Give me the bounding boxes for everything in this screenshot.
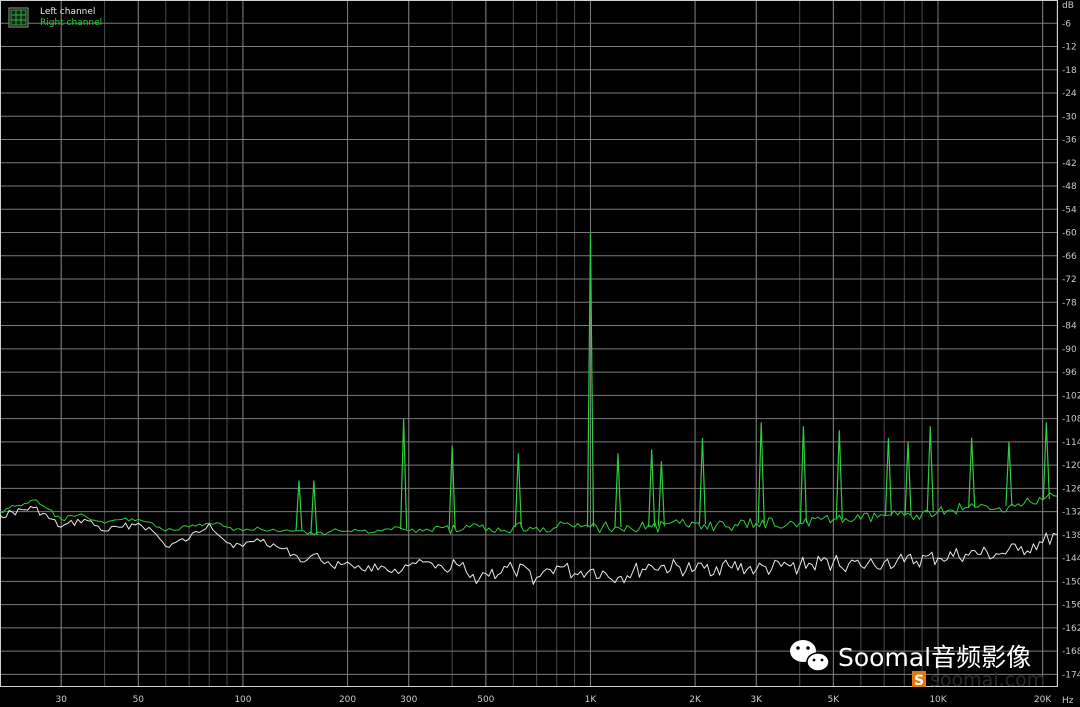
y-tick-label: -132 <box>1062 508 1080 518</box>
y-tick-label: -150 <box>1062 577 1080 587</box>
y-tick-label: -168 <box>1062 647 1080 657</box>
chart-background <box>0 0 1080 707</box>
x-tick-label: 1K <box>585 695 598 705</box>
x-tick-label: 10K <box>929 695 947 705</box>
y-unit-label: dB <box>1062 1 1074 11</box>
y-tick-label: -96 <box>1062 368 1077 378</box>
y-tick-label: -126 <box>1062 484 1080 494</box>
y-tick-label: -48 <box>1062 182 1077 192</box>
y-tick-label: -18 <box>1062 66 1077 76</box>
x-unit-label: Hz <box>1062 696 1074 706</box>
legend: Left channel Right channel <box>8 7 102 28</box>
y-tick-label: -60 <box>1062 229 1077 239</box>
x-tick-label: 200 <box>339 695 356 705</box>
x-tick-label: 30 <box>55 695 67 705</box>
y-tick-label: -30 <box>1062 112 1077 122</box>
y-tick-label: -54 <box>1062 205 1077 215</box>
y-tick-label: -66 <box>1062 252 1077 262</box>
y-tick-label: -156 <box>1062 601 1080 611</box>
watermark-text: Soomal音频影像 <box>838 643 1031 672</box>
x-tick-label: 20K <box>1034 695 1052 705</box>
x-tick-label: 2K <box>689 695 702 705</box>
y-tick-label: -174 <box>1062 670 1080 680</box>
legend-entry-right: Right channel <box>40 18 102 28</box>
y-tick-label: -120 <box>1062 461 1080 471</box>
y-tick-label: -138 <box>1062 531 1080 541</box>
x-tick-label: 100 <box>234 695 251 705</box>
x-tick-label: 5K <box>828 695 841 705</box>
y-tick-label: -6 <box>1062 19 1071 29</box>
spectrum-chart: 30 50 100 200 300 500 1K 2K 3K 5K 10K 20K -6 -12 -18 -… <box>0 0 1080 707</box>
grid-icon <box>10 9 27 26</box>
y-tick-label: -102 <box>1062 391 1080 401</box>
y-tick-label: -144 <box>1062 554 1080 564</box>
y-tick-label: -108 <box>1062 415 1080 425</box>
x-tick-label: 500 <box>477 695 494 705</box>
y-tick-label: -114 <box>1062 438 1080 448</box>
y-tick-label: -72 <box>1062 275 1077 285</box>
x-tick-label: 3K <box>750 695 763 705</box>
y-tick-label: -84 <box>1062 322 1077 332</box>
x-tick-label: 300 <box>400 695 417 705</box>
svg-text:S: S <box>914 673 924 689</box>
soomal-logo-icon: S <box>912 671 926 689</box>
y-tick-label: -78 <box>1062 298 1077 308</box>
y-tick-label: -162 <box>1062 624 1080 634</box>
y-tick-label: -12 <box>1062 43 1077 53</box>
y-tick-label: -90 <box>1062 345 1077 355</box>
legend-entry-left: Left channel <box>40 7 95 17</box>
y-tick-label: -36 <box>1062 136 1077 146</box>
y-tick-label: -42 <box>1062 159 1077 169</box>
x-tick-label: 50 <box>133 695 145 705</box>
watermark-url: soomal.com <box>930 669 1045 691</box>
y-tick-label: -24 <box>1062 89 1077 99</box>
